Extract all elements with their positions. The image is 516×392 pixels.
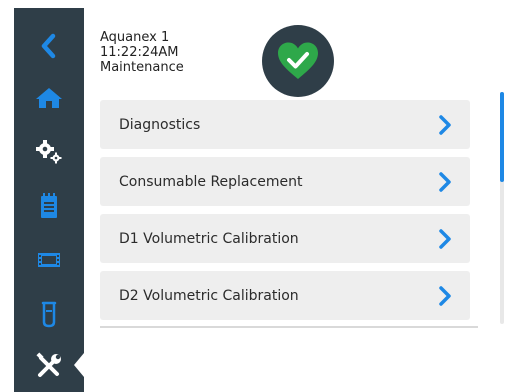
menu-item-d1-calibration[interactable]: D1 Volumetric Calibration [100, 214, 470, 263]
chevron-right-icon [439, 171, 451, 192]
main-panel: Aquanex 1 11:22:24AM Maintenance Diagnos… [84, 8, 510, 392]
chevron-right-icon [439, 228, 451, 249]
sidebar-item-consumables[interactable] [14, 288, 84, 340]
menu-item-label: Diagnostics [119, 116, 201, 133]
list-divider [100, 326, 478, 328]
menu-item-label: Consumable Replacement [119, 173, 303, 190]
home-icon [36, 88, 62, 108]
back-chevron-icon [41, 33, 56, 59]
maintenance-menu: Diagnostics Consumable Replacement D1 Vo… [100, 100, 470, 328]
menu-item-label: D2 Volumetric Calibration [119, 287, 299, 304]
menu-item-d2-calibration[interactable]: D2 Volumetric Calibration [100, 271, 470, 320]
device-name: Aquanex 1 [100, 30, 170, 45]
notepad-icon [41, 193, 57, 218]
header-info: Aquanex 1 11:22:24AM Maintenance [100, 30, 184, 75]
heart-check-icon [278, 42, 318, 79]
film-strip-icon [38, 253, 60, 267]
status-indicator[interactable] [262, 25, 334, 97]
menu-item-label: D1 Volumetric Calibration [119, 230, 299, 247]
sidebar [14, 8, 84, 392]
chevron-right-icon [439, 114, 451, 135]
active-indicator [74, 353, 84, 377]
back-button[interactable] [14, 20, 84, 72]
clock-time: 11:22:24AM [100, 45, 179, 60]
mode-label: Maintenance [100, 60, 184, 75]
chevron-right-icon [439, 285, 451, 306]
sidebar-item-media[interactable] [14, 234, 84, 286]
scrollbar[interactable] [500, 92, 504, 324]
scrollbar-thumb[interactable] [500, 92, 504, 182]
sidebar-item-settings[interactable] [14, 126, 84, 178]
menu-item-consumable-replacement[interactable]: Consumable Replacement [100, 157, 470, 206]
beaker-icon [41, 301, 57, 328]
sidebar-item-home[interactable] [14, 72, 84, 124]
sidebar-item-log[interactable] [14, 180, 84, 232]
tools-icon [36, 352, 61, 377]
gears-icon [36, 140, 62, 164]
menu-item-diagnostics[interactable]: Diagnostics [100, 100, 470, 149]
